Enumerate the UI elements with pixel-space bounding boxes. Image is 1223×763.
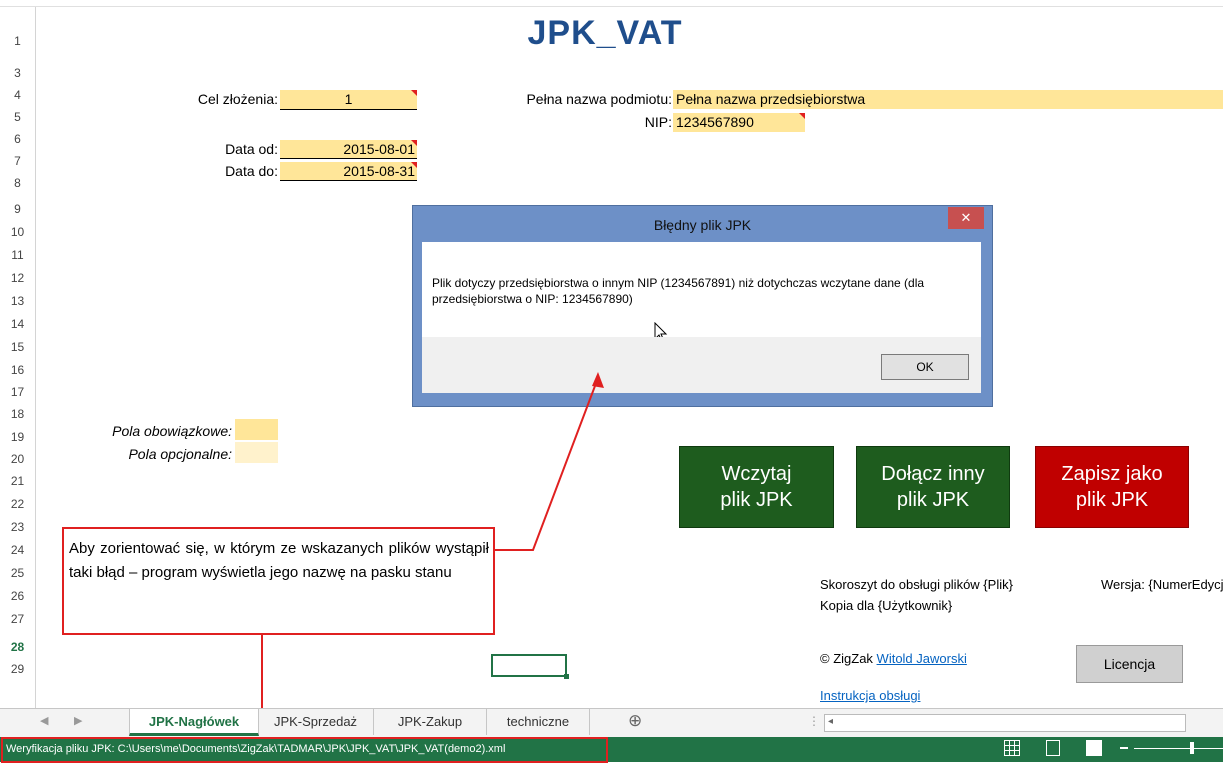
annotation-callout: Aby zorientować się, w którym ze wskazan… <box>62 527 495 635</box>
tab-techniczne[interactable]: techniczne <box>487 709 590 735</box>
add-sheet-icon[interactable]: ⊕ <box>628 711 642 731</box>
horizontal-scrollbar[interactable]: ◂ <box>824 714 1186 732</box>
zoom-slider[interactable] <box>1134 748 1223 749</box>
tab-jpk-sprzedaz[interactable]: JPK-Sprzedaż <box>258 709 374 735</box>
tab-scroll-left-icon[interactable]: ◀ <box>40 714 48 727</box>
tab-scroll-right-icon[interactable]: ▶ <box>74 714 82 727</box>
zoom-out-icon[interactable] <box>1120 747 1128 749</box>
callout-text: Aby zorientować się, w którym ze wskazan… <box>69 540 489 581</box>
page-break-icon[interactable] <box>1086 740 1102 756</box>
scroll-left-icon[interactable]: ◂ <box>828 716 833 727</box>
sheet-tab-bar: ◀ ▶ JPK-Nagłówek JPK-Sprzedaż JPK-Zakup … <box>0 708 1223 737</box>
arrow-to-dialog <box>493 377 599 551</box>
annotation-arrows <box>256 372 604 732</box>
normal-view-icon[interactable] <box>1004 740 1020 756</box>
zoom-slider-thumb[interactable] <box>1190 742 1194 754</box>
arrow-head-dialog <box>592 372 604 388</box>
tab-jpk-zakup[interactable]: JPK-Zakup <box>374 709 487 735</box>
status-highlight <box>1 737 608 763</box>
page-layout-icon[interactable] <box>1046 740 1060 756</box>
tab-jpk-naglowek[interactable]: JPK-Nagłówek <box>129 709 259 736</box>
tab-split-handle[interactable]: ⋮ <box>808 714 820 728</box>
